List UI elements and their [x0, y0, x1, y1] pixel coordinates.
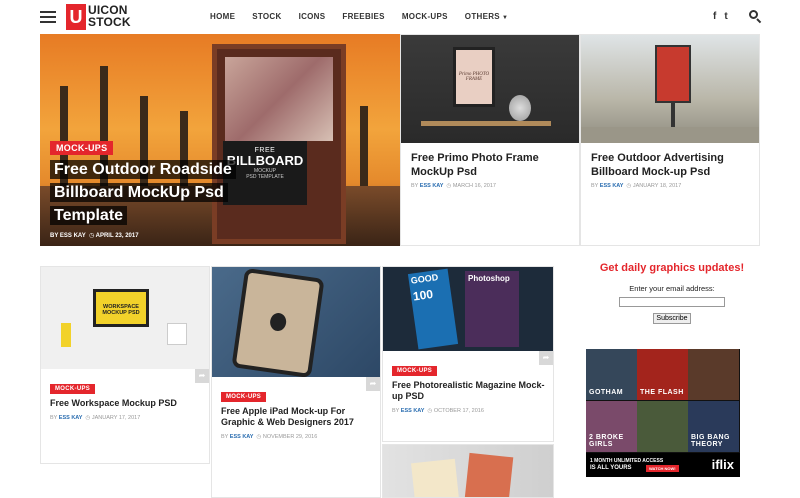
category-tag[interactable]: MOCK-UPS	[50, 384, 96, 394]
post-card[interactable]: ➦ MOCK-UPS Free Apple iPad Mock-up For G…	[211, 266, 381, 498]
social-links: f t	[713, 11, 728, 22]
logo-mark: U	[66, 4, 86, 30]
post-meta: BY ESS KAY ◷ OCTOBER 17, 2016	[392, 408, 484, 414]
post-meta: BY ESS KAY ◷ MARCH 16, 2017	[411, 183, 496, 189]
category-tag[interactable]: MOCK-UPS	[221, 392, 267, 402]
clock-icon: ◷	[256, 434, 262, 440]
post-card[interactable]	[382, 444, 554, 498]
clock-icon: ◷	[626, 183, 632, 189]
category-tag[interactable]: MOCK-UPS	[392, 366, 438, 376]
category-tag[interactable]: MOCK-UPS	[50, 141, 114, 155]
author-link[interactable]: ESS KAY	[401, 408, 425, 414]
clock-icon: ◷	[427, 408, 433, 414]
facebook-icon[interactable]: f	[713, 11, 716, 22]
post-thumbnail	[212, 267, 380, 377]
author-link[interactable]: ESS KAY	[60, 233, 86, 239]
post-meta: BY ESS KAY ◷ JANUARY 17, 2017	[50, 415, 141, 421]
nav-stock[interactable]: STOCK	[252, 12, 281, 21]
magazine-image: GOOD 100	[407, 268, 459, 350]
email-field[interactable]	[619, 297, 725, 307]
post-thumbnail: GOOD 100 Photoshop	[383, 267, 553, 351]
author-link[interactable]: ESS KAY	[600, 183, 624, 189]
photo-frame-image: Primo PHOTO FRAME	[453, 47, 495, 107]
logo-line2: STOCK	[88, 15, 131, 29]
magazine-image: Photoshop	[465, 271, 519, 347]
post-card[interactable]: WORKSPACE MOCKUP PSD ➦ MOCK-UPS Free Wor…	[40, 266, 210, 464]
ad-brand-logo: iflix	[711, 457, 734, 472]
ad-banner[interactable]: GOTHAM THE FLASH 2 BROKE GIRLS BIG BANG …	[586, 349, 740, 477]
menu-icon[interactable]	[40, 11, 56, 23]
billboard-photo	[225, 57, 333, 141]
chevron-down-icon: ▼	[501, 15, 509, 21]
author-link[interactable]: ESS KAY	[420, 183, 444, 189]
email-label: Enter your email address:	[629, 284, 715, 293]
twitter-icon[interactable]: t	[724, 11, 727, 22]
post-card[interactable]: GOOD 100 Photoshop ➦ MOCK-UPS Free Photo…	[382, 266, 554, 442]
nav-home[interactable]: HOME	[210, 12, 235, 21]
search-icon[interactable]	[749, 10, 762, 24]
hero-caption: MOCK-UPS Free Outdoor Roadside Billboard…	[50, 138, 280, 239]
post-meta: BY ESS KAY ◷ APRIL 23, 2017	[50, 233, 139, 239]
post-card[interactable]: Free Outdoor Advertising Billboard Mock-…	[580, 34, 760, 246]
apple-icon	[268, 311, 288, 333]
nav-others[interactable]: OTHERS ▼	[465, 12, 508, 21]
nav-mockups[interactable]: MOCK-UPS	[402, 12, 448, 21]
newsletter-title: Get daily graphics updates!	[599, 262, 745, 274]
ad-promo: 1 MONTH UNLIMITED ACCESS IS ALL YOURS WA…	[586, 453, 740, 477]
site-logo[interactable]: U UICON STOCK	[66, 3, 131, 31]
post-thumbnail	[581, 35, 759, 143]
post-title[interactable]: Free Photorealistic Magazine Mock-up PSD	[392, 380, 545, 402]
post-title[interactable]: Free Workspace Mockup PSD	[50, 398, 201, 409]
post-meta: BY ESS KAY ◷ JANUARY 18, 2017	[591, 183, 682, 189]
hero-post[interactable]: FREE BILLBOARD MOCKUP PSD TEMPLATE MOCK-…	[40, 34, 400, 246]
main-nav: HOME STOCK ICONS FREEBIES MOCK-UPS OTHER…	[210, 12, 525, 21]
clock-icon: ◷	[446, 183, 452, 189]
ipad-image	[231, 267, 325, 377]
shelf-image	[421, 121, 551, 126]
author-link[interactable]: ESS KAY	[59, 415, 83, 421]
billboard-image	[655, 45, 691, 103]
post-title[interactable]: Free Primo Photo Frame MockUp Psd	[411, 151, 571, 179]
nav-icons[interactable]: ICONS	[299, 12, 326, 21]
post-title[interactable]: Free Apple iPad Mock-up For Graphic & We…	[221, 406, 372, 428]
newsletter-widget: Get daily graphics updates! Enter your e…	[584, 262, 760, 324]
hero-title[interactable]: Free Outdoor Roadside Billboard MockUp P…	[50, 158, 280, 227]
clock-icon: ◷	[88, 233, 95, 239]
post-thumbnail: WORKSPACE MOCKUP PSD	[41, 267, 209, 369]
post-thumbnail	[383, 445, 553, 497]
post-meta: BY ESS KAY ◷ NOVEMBER 29, 2016	[221, 434, 318, 440]
monitor-image: WORKSPACE MOCKUP PSD	[93, 289, 149, 327]
watch-now-button[interactable]: WATCH NOW!	[646, 465, 679, 472]
clock-icon: ◷	[85, 415, 91, 421]
site-header: U UICON STOCK HOME STOCK ICONS FREEBIES …	[0, 0, 800, 34]
author-link[interactable]: ESS KAY	[230, 434, 254, 440]
post-thumbnail: Primo PHOTO FRAME	[401, 35, 579, 143]
post-card[interactable]: Primo PHOTO FRAME Free Primo Photo Frame…	[400, 34, 580, 246]
nav-freebies[interactable]: FREEBIES	[342, 12, 384, 21]
post-title[interactable]: Free Outdoor Advertising Billboard Mock-…	[591, 151, 751, 179]
vase-image	[509, 95, 531, 121]
subscribe-button[interactable]: Subscribe	[653, 313, 691, 324]
